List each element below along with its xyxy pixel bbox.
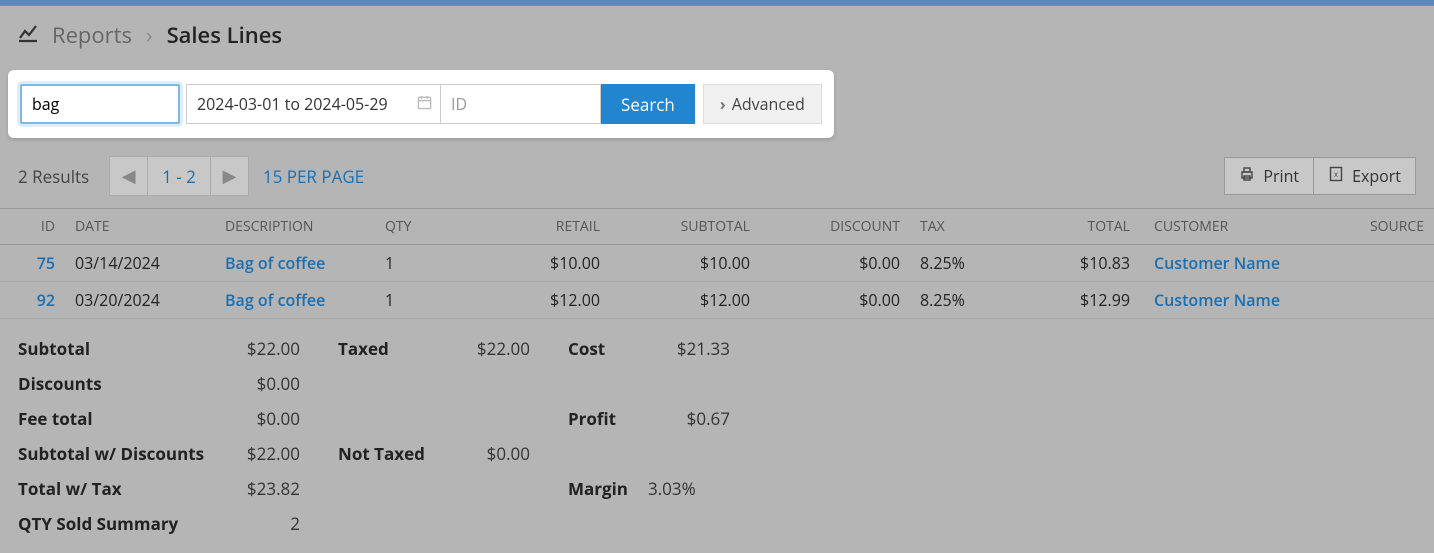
- cell-retail: $10.00: [445, 245, 610, 282]
- chevron-right-icon: ›: [146, 20, 153, 50]
- summary-value: $0.00: [218, 366, 308, 401]
- cell-id[interactable]: 92: [0, 282, 65, 319]
- cell-discount: $0.00: [760, 245, 910, 282]
- summary-value: $0.00: [448, 436, 538, 541]
- summary-label: Discounts: [18, 366, 218, 401]
- summary-label: Margin: [568, 471, 648, 541]
- summary-value: $22.00: [218, 331, 308, 366]
- table-row: 92 03/20/2024 Bag of coffee 1 $12.00 $12…: [0, 282, 1434, 319]
- print-icon: [1239, 165, 1255, 187]
- col-retail[interactable]: RETAIL: [445, 209, 610, 245]
- pager-next[interactable]: ▶: [210, 157, 248, 195]
- date-range-input[interactable]: 2024-03-01 to 2024-05-29: [186, 84, 441, 124]
- col-id[interactable]: ID: [0, 209, 65, 245]
- cell-total: $12.99: [1040, 282, 1140, 319]
- col-customer[interactable]: CUSTOMER: [1140, 209, 1320, 245]
- summary-label: Not Taxed: [338, 436, 448, 541]
- col-discount[interactable]: DISCOUNT: [760, 209, 910, 245]
- cell-source: [1320, 282, 1434, 319]
- table-row: 75 03/14/2024 Bag of coffee 1 $10.00 $10…: [0, 245, 1434, 282]
- cell-customer[interactable]: Customer Name: [1140, 282, 1320, 319]
- summary-value: $0.67: [648, 401, 738, 471]
- cell-date: 03/20/2024: [65, 282, 215, 319]
- summary-label: QTY Sold Summary: [18, 506, 218, 541]
- summary-col-1: Subtotal$22.00 Discounts$0.00 Fee total$…: [18, 331, 308, 541]
- summary-value: $0.00: [218, 401, 308, 436]
- search-panel: 2024-03-01 to 2024-05-29 Search › Advanc…: [8, 70, 834, 138]
- summary-block: Subtotal$22.00 Discounts$0.00 Fee total$…: [0, 319, 1434, 553]
- export-button[interactable]: x Export: [1314, 157, 1416, 195]
- results-toolbar: 2 Results ◀ 1 - 2 ▶ 15 PER PAGE Print x …: [0, 140, 1434, 208]
- pager-range[interactable]: 1 - 2: [148, 157, 210, 195]
- col-total[interactable]: TOTAL: [1040, 209, 1140, 245]
- breadcrumb-root[interactable]: Reports: [52, 20, 132, 50]
- col-tax[interactable]: TAX: [910, 209, 1040, 245]
- cell-subtotal: $10.00: [610, 245, 760, 282]
- cell-retail: $12.00: [445, 282, 610, 319]
- summary-value: $23.82: [218, 471, 308, 506]
- content-area: 2 Results ◀ 1 - 2 ▶ 15 PER PAGE Print x …: [0, 140, 1434, 553]
- summary-value: $22.00: [218, 436, 308, 471]
- reports-icon: [18, 22, 38, 49]
- summary-value: 3.03%: [648, 471, 738, 541]
- summary-col-3: Cost$21.33 Profit$0.67 Margin3.03%: [568, 331, 738, 541]
- summary-label: Taxed: [338, 331, 448, 436]
- cell-id[interactable]: 75: [0, 245, 65, 282]
- pager-prev[interactable]: ◀: [110, 157, 148, 195]
- col-subtotal[interactable]: SUBTOTAL: [610, 209, 760, 245]
- cell-description[interactable]: Bag of coffee: [215, 245, 375, 282]
- page-title: Sales Lines: [167, 20, 283, 50]
- print-label: Print: [1263, 165, 1299, 187]
- advanced-label: Advanced: [732, 93, 805, 115]
- summary-label: Subtotal: [18, 331, 218, 366]
- date-range-text: 2024-03-01 to 2024-05-29: [197, 93, 388, 115]
- table-header-row: ID DATE DESCRIPTION QTY RETAIL SUBTOTAL …: [0, 209, 1434, 245]
- col-qty[interactable]: QTY: [375, 209, 445, 245]
- svg-text:x: x: [1334, 169, 1339, 180]
- sales-lines-table: ID DATE DESCRIPTION QTY RETAIL SUBTOTAL …: [0, 208, 1434, 319]
- cell-discount: $0.00: [760, 282, 910, 319]
- summary-label: Total w/ Tax: [18, 471, 218, 506]
- results-count: 2 Results: [18, 165, 89, 188]
- col-description[interactable]: DESCRIPTION: [215, 209, 375, 245]
- id-input[interactable]: [441, 84, 601, 124]
- cell-tax: 8.25%: [910, 282, 1040, 319]
- chevron-right-icon: ›: [720, 93, 726, 115]
- summary-col-2: Taxed$22.00 Not Taxed$0.00: [338, 331, 538, 541]
- summary-value: $21.33: [648, 331, 738, 401]
- cell-tax: 8.25%: [910, 245, 1040, 282]
- summary-label: Subtotal w/ Discounts: [18, 436, 218, 471]
- summary-label: Fee total: [18, 401, 218, 436]
- cell-subtotal: $12.00: [610, 282, 760, 319]
- search-input[interactable]: [20, 84, 180, 124]
- summary-value: 2: [218, 506, 308, 541]
- export-icon: x: [1328, 165, 1344, 187]
- cell-qty: 1: [375, 245, 445, 282]
- print-button[interactable]: Print: [1224, 157, 1314, 195]
- cell-qty: 1: [375, 282, 445, 319]
- per-page-select[interactable]: 15 PER PAGE: [263, 165, 364, 188]
- cell-total: $10.83: [1040, 245, 1140, 282]
- cell-customer[interactable]: Customer Name: [1140, 245, 1320, 282]
- calendar-icon: [417, 93, 432, 115]
- summary-label: Profit: [568, 401, 648, 471]
- col-source[interactable]: SOURCE: [1320, 209, 1434, 245]
- export-label: Export: [1352, 165, 1401, 187]
- advanced-button[interactable]: › Advanced: [703, 84, 822, 124]
- summary-label: Cost: [568, 331, 648, 401]
- summary-value: $22.00: [448, 331, 538, 436]
- col-date[interactable]: DATE: [65, 209, 215, 245]
- pager: ◀ 1 - 2 ▶: [109, 156, 249, 196]
- cell-date: 03/14/2024: [65, 245, 215, 282]
- search-button[interactable]: Search: [601, 84, 695, 124]
- cell-description[interactable]: Bag of coffee: [215, 282, 375, 319]
- breadcrumb: Reports › Sales Lines: [0, 6, 1434, 64]
- cell-source: [1320, 245, 1434, 282]
